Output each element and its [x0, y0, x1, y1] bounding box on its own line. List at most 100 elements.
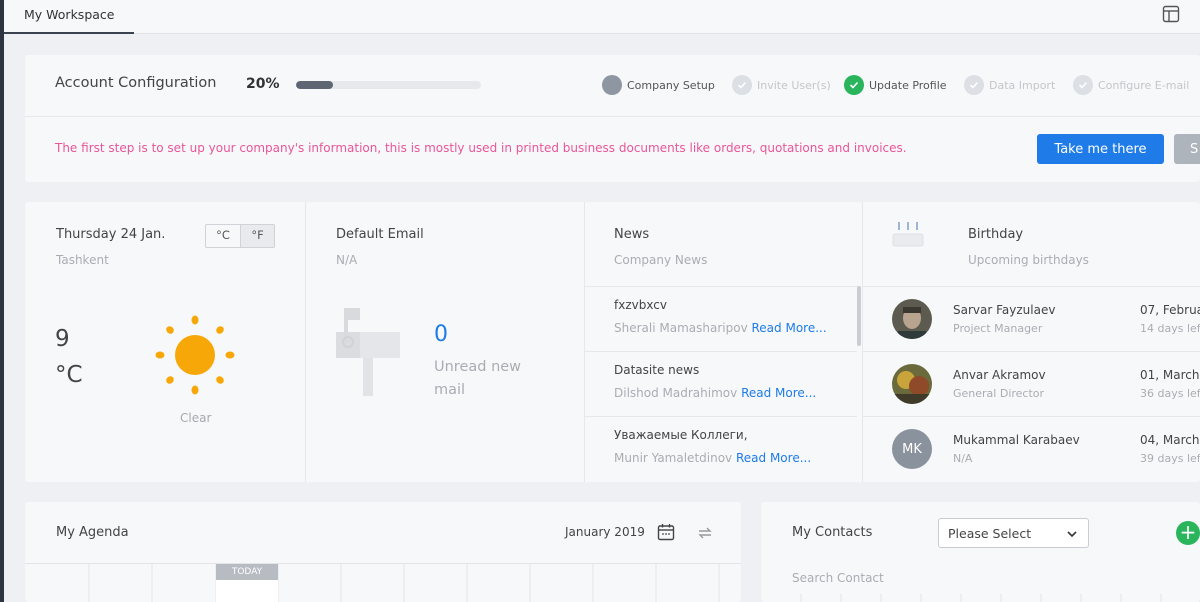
- read-more-link[interactable]: Read More...: [741, 386, 816, 400]
- birthday-date: 07, February: [1140, 303, 1200, 317]
- step-configure-email[interactable]: Configure E-mail: [1073, 74, 1189, 96]
- birthday-days-left: 39 days left: [1140, 452, 1200, 465]
- account-configuration-card: Account Configuration 20% Company Setup …: [25, 55, 1200, 182]
- read-more-link[interactable]: Read More...: [736, 451, 811, 465]
- birthday-item: Sarvar Fayzulaev Project Manager 07, Feb…: [863, 286, 1200, 351]
- news-item-title: Datasite news: [614, 363, 700, 377]
- agenda-grid: [88, 564, 720, 602]
- today-badge: TODAY: [216, 564, 278, 580]
- setup-message: The first step is to set up your company…: [55, 141, 907, 155]
- step-label: Data Import: [989, 78, 1056, 92]
- temperature-unit-toggle: °C °F: [205, 224, 275, 248]
- widgets-row: Thursday 24 Jan. Tashkent °C °F 9 °C Cle…: [25, 202, 1200, 482]
- read-more-link[interactable]: Read More...: [752, 321, 827, 335]
- left-edge-bar: [0, 0, 4, 602]
- contacts-card: My Contacts Please Select +: [761, 502, 1200, 602]
- fahrenheit-button[interactable]: °F: [240, 225, 274, 247]
- temperature-value: 9: [55, 326, 70, 352]
- email-title: Default Email: [336, 227, 424, 242]
- birthday-name: Mukammal Karabaev: [953, 433, 1080, 447]
- birthday-date: 01, March: [1140, 368, 1200, 382]
- agenda-title: My Agenda: [56, 525, 129, 540]
- news-title: News: [614, 227, 650, 242]
- check-icon: [1073, 75, 1093, 95]
- birthday-days-left: 14 days left: [1140, 322, 1200, 335]
- check-icon: [732, 75, 752, 95]
- agenda-card: My Agenda January 2019 TODAY: [25, 502, 741, 602]
- step-invite-users[interactable]: Invite User(s): [732, 74, 831, 96]
- account-configuration-title: Account Configuration: [55, 75, 217, 91]
- calendar-icon[interactable]: [657, 523, 675, 541]
- step-update-profile[interactable]: Update Profile: [844, 74, 947, 96]
- birthday-role: N/A: [953, 452, 973, 465]
- avatar[interactable]: [892, 299, 932, 339]
- birthday-widget: Birthday Upcoming birthdays Sarvar Fayzu…: [863, 202, 1200, 482]
- news-item: Уважаемые Коллеги, Munir Yamaletdinov Re…: [585, 416, 857, 481]
- news-item-author: Sherali Mamasharipov: [614, 321, 748, 335]
- layout-icon[interactable]: [1162, 5, 1180, 23]
- step-label: Invite User(s): [757, 78, 831, 92]
- agenda-header: My Agenda January 2019: [25, 502, 741, 564]
- news-item: Datasite news Dilshod Madrahimov Read Mo…: [585, 351, 857, 416]
- select-value: Please Select: [948, 526, 1032, 541]
- check-icon: [964, 75, 984, 95]
- birthday-role: Project Manager: [953, 322, 1043, 335]
- birthday-name: Sarvar Fayzulaev: [953, 303, 1056, 317]
- news-widget: News Company News fxzvbxcv Sherali Mamas…: [585, 202, 863, 482]
- contacts-filter-select[interactable]: Please Select: [938, 518, 1089, 548]
- weather-date: Thursday 24 Jan.: [56, 227, 166, 242]
- skip-button[interactable]: S: [1174, 134, 1200, 164]
- birthday-name: Anvar Akramov: [953, 368, 1046, 382]
- birthday-title: Birthday: [968, 227, 1024, 242]
- step-label: Update Profile: [869, 78, 947, 92]
- birthday-date: 04, March: [1140, 433, 1200, 447]
- news-item-author: Dilshod Madrahimov: [614, 386, 738, 400]
- tab-my-workspace[interactable]: My Workspace: [4, 0, 134, 34]
- agenda-month: January 2019: [565, 525, 645, 539]
- email-widget: Default Email N/A 0 Unread new mail: [306, 202, 585, 482]
- news-item: fxzvbxcv Sherali Mamasharipov Read More.…: [585, 286, 857, 351]
- birthday-role: General Director: [953, 387, 1045, 400]
- search-contact-input[interactable]: [792, 571, 992, 585]
- account-configuration-header: Account Configuration 20% Company Setup …: [25, 55, 1200, 117]
- sun-icon: [155, 315, 235, 395]
- birthday-subtitle: Upcoming birthdays: [968, 253, 1089, 267]
- today-column[interactable]: [216, 580, 278, 602]
- news-item-title: fxzvbxcv: [614, 298, 667, 312]
- news-scrollbar[interactable]: [857, 286, 861, 346]
- birthday-item: Anvar Akramov General Director 01, March…: [863, 351, 1200, 416]
- progress-percent: 20%: [246, 76, 280, 92]
- email-value: N/A: [336, 253, 358, 267]
- celsius-button[interactable]: °C: [206, 225, 240, 247]
- birthday-item: MK Mukammal Karabaev N/A 04, March 39 da…: [863, 416, 1200, 481]
- news-item-author: Munir Yamaletdinov: [614, 451, 733, 465]
- contacts-title: My Contacts: [792, 525, 873, 540]
- progress-bar: [296, 81, 481, 89]
- contacts-grid: [800, 594, 1162, 602]
- step-label: Company Setup: [627, 78, 715, 92]
- add-contact-button[interactable]: +: [1176, 521, 1200, 545]
- check-icon: [844, 75, 864, 95]
- unread-mail-count[interactable]: 0: [434, 322, 448, 347]
- weather-city: Tashkent: [56, 253, 109, 267]
- take-me-there-button[interactable]: Take me there: [1037, 134, 1164, 164]
- weather-condition: Clear: [180, 411, 212, 425]
- progress-fill: [296, 81, 333, 89]
- unread-mail-label: Unread new mail: [434, 359, 522, 398]
- weather-widget: Thursday 24 Jan. Tashkent °C °F 9 °C Cle…: [25, 202, 306, 482]
- avatar[interactable]: MK: [892, 429, 932, 469]
- birthday-days-left: 36 days left: [1140, 387, 1200, 400]
- step-label: Configure E-mail: [1098, 78, 1190, 92]
- top-bar: My Workspace: [4, 0, 1200, 34]
- temperature-unit: °C: [55, 362, 83, 388]
- sync-icon[interactable]: [696, 524, 714, 542]
- news-item-title: Уважаемые Коллеги,: [614, 428, 748, 442]
- chevron-down-icon: [1067, 531, 1077, 538]
- mailbox-icon: [336, 308, 400, 396]
- news-subtitle: Company News: [614, 253, 708, 267]
- avatar[interactable]: [892, 364, 932, 404]
- step-current-icon: [602, 75, 622, 95]
- step-data-import[interactable]: Data Import: [964, 74, 1055, 96]
- cake-icon: [892, 222, 924, 247]
- step-company-setup[interactable]: Company Setup: [602, 74, 715, 96]
